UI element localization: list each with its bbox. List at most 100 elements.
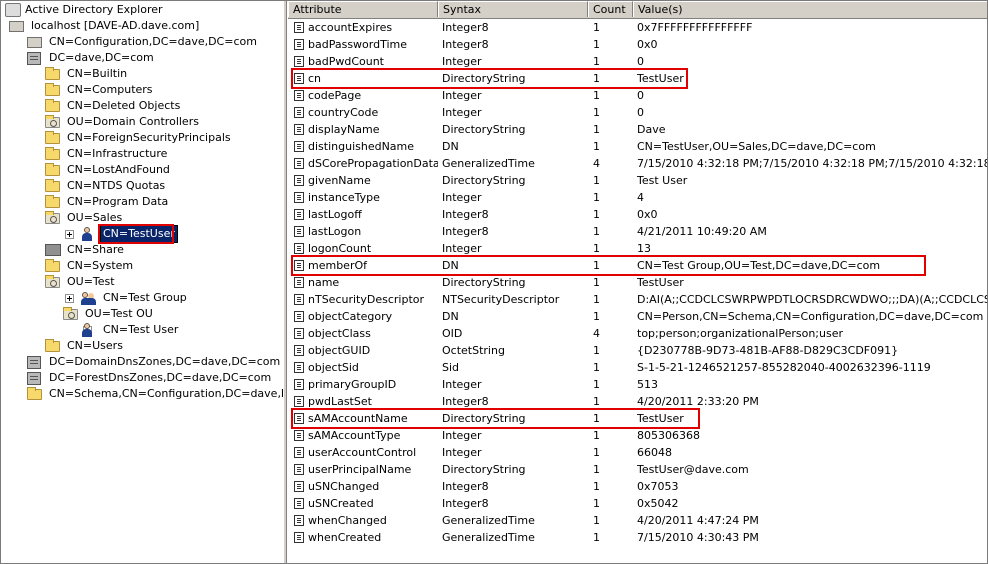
column-header-attribute[interactable]: Attribute	[288, 1, 438, 17]
attribute-row[interactable]: badPwdCount Integer 1 0	[288, 53, 987, 70]
cell-attribute: primaryGroupID	[308, 378, 397, 391]
cell-syntax: Integer	[442, 106, 482, 119]
attribute-row[interactable]: sAMAccountType Integer 1 805306368	[288, 427, 987, 444]
cell-attribute: memberOf	[308, 259, 368, 272]
folder-icon	[27, 387, 42, 400]
attribute-row[interactable]: codePage Integer 1 0	[288, 87, 987, 104]
ad-explorer-icon	[5, 3, 21, 17]
attribute-row[interactable]: instanceType Integer 1 4	[288, 189, 987, 206]
attribute-row[interactable]: objectGUID OctetString 1 {D230778B-9D73-481…	[288, 342, 987, 359]
domain-server-icon	[27, 52, 41, 65]
attribute-row[interactable]: primaryGroupID Integer 1 513	[288, 376, 987, 393]
tree-node-label: CN=Share	[67, 243, 124, 256]
cell-count: 1	[593, 344, 600, 357]
attribute-icon	[294, 498, 304, 509]
cell-value: 66048	[637, 446, 672, 459]
cell-count: 1	[593, 310, 600, 323]
tree-node-label: CN=Schema,CN=Configuration,DC=dave,DC=co…	[49, 387, 283, 400]
cell-attribute: whenChanged	[308, 514, 387, 527]
attribute-row[interactable]: whenCreated GeneralizedTime 1 7/15/2010 4:3…	[288, 529, 987, 546]
attribute-row[interactable]: userAccountControl Integer 1 66048	[288, 444, 987, 461]
cell-attribute: uSNCreated	[308, 497, 374, 510]
attribute-icon	[294, 345, 304, 356]
cell-attribute: accountExpires	[308, 21, 393, 34]
attribute-row[interactable]: lastLogoff Integer8 1 0x0	[288, 206, 987, 223]
pane-splitter[interactable]	[283, 1, 287, 563]
attribute-row[interactable]: badPasswordTime Integer8 1 0x0	[288, 36, 987, 53]
cell-attribute: userPrincipalName	[308, 463, 412, 476]
attribute-row[interactable]: logonCount Integer 1 13	[288, 240, 987, 257]
cell-syntax: Integer8	[442, 497, 489, 510]
attribute-row[interactable]: pwdLastSet Integer8 1 4/20/2011 2:33:20 PM	[288, 393, 987, 410]
attribute-icon	[294, 39, 304, 50]
cell-attribute: displayName	[308, 123, 380, 136]
attribute-icon	[294, 124, 304, 135]
tree-node-label: CN=Infrastructure	[67, 147, 168, 160]
attribute-row[interactable]: objectSid Sid 1 S-1-5-21-1246521257-8552820…	[288, 359, 987, 376]
attribute-icon	[294, 379, 304, 390]
column-header-syntax[interactable]: Syntax	[438, 1, 588, 17]
attribute-row[interactable]: givenName DirectoryString 1 Test User	[288, 172, 987, 189]
tree-node-label: CN=ForeignSecurityPrincipals	[67, 131, 231, 144]
share-icon	[45, 244, 61, 256]
tree-node-label: CN=Test Group	[103, 291, 187, 304]
attribute-icon	[294, 175, 304, 186]
attribute-row[interactable]: countryCode Integer 1 0	[288, 104, 987, 121]
cell-count: 1	[593, 276, 600, 289]
cell-value: 4	[637, 191, 644, 204]
attribute-icon	[294, 73, 304, 84]
cell-count: 1	[593, 361, 600, 374]
container-icon	[27, 37, 42, 48]
cell-count: 1	[593, 208, 600, 221]
column-header-count[interactable]: Count	[588, 1, 633, 17]
cell-attribute: sAMAccountName	[308, 412, 408, 425]
attribute-row[interactable]: displayName DirectoryString 1 Dave	[288, 121, 987, 138]
attribute-icon	[294, 430, 304, 441]
attribute-row[interactable]: distinguishedName DN 1 CN=TestUser,OU=Sales…	[288, 138, 987, 155]
cell-value: 0x0	[637, 208, 658, 221]
cell-attribute: objectGUID	[308, 344, 371, 357]
attribute-row[interactable]: objectCategory DN 1 CN=Person,CN=Schema,CN=…	[288, 308, 987, 325]
cell-value: 0	[637, 89, 644, 102]
tree-node-label: OU=Test OU	[85, 307, 153, 320]
attribute-row[interactable]: whenChanged GeneralizedTime 1 4/20/2011 4:4…	[288, 512, 987, 529]
attribute-icon	[294, 141, 304, 152]
attribute-row[interactable]: dSCorePropagationData GeneralizedTime 4 7/1…	[288, 155, 987, 172]
expand-icon[interactable]	[65, 294, 74, 303]
attribute-row[interactable]: accountExpires Integer8 1 0x7FFFFFFFFFFFFFF…	[288, 19, 987, 36]
cell-value: TestUser	[637, 276, 684, 289]
attribute-row[interactable]: cn DirectoryString 1 TestUser	[288, 70, 987, 87]
attribute-list-pane[interactable]: Attribute Syntax Count Value(s) accountE…	[288, 1, 987, 563]
attribute-icon	[294, 209, 304, 220]
expand-icon[interactable]	[65, 230, 74, 239]
column-header-bar: Attribute Syntax Count Value(s)	[288, 1, 987, 19]
attribute-row[interactable]: uSNCreated Integer8 1 0x5042	[288, 495, 987, 512]
cell-attribute: cn	[308, 72, 322, 85]
cell-syntax: Integer	[442, 242, 482, 255]
attribute-row[interactable]: userPrincipalName DirectoryString 1 TestUse…	[288, 461, 987, 478]
attribute-row[interactable]: uSNChanged Integer8 1 0x7053	[288, 478, 987, 495]
cell-value: 4/21/2011 10:49:20 AM	[637, 225, 767, 238]
attribute-row[interactable]: name DirectoryString 1 TestUser	[288, 274, 987, 291]
attribute-row[interactable]: objectClass OID 4 top;person;organizational…	[288, 325, 987, 342]
attribute-row[interactable]: sAMAccountName DirectoryString 1 TestUser	[288, 410, 987, 427]
cell-count: 1	[593, 21, 600, 34]
column-header-values[interactable]: Value(s)	[633, 1, 987, 17]
attribute-icon	[294, 56, 304, 67]
cell-count: 1	[593, 259, 600, 272]
cell-count: 1	[593, 412, 600, 425]
cell-count: 1	[593, 446, 600, 459]
attribute-row[interactable]: nTSecurityDescriptor NTSecurityDescriptor…	[288, 291, 987, 308]
tree-node-label: CN=LostAndFound	[67, 163, 170, 176]
cell-value: TestUser	[637, 72, 684, 85]
cell-value: 13	[637, 242, 651, 255]
attribute-icon	[294, 481, 304, 492]
object-tree-pane[interactable]: Active Directory Explorer localhost [DAV…	[1, 1, 283, 563]
attribute-row[interactable]: lastLogon Integer8 1 4/21/2011 10:49:20 AM	[288, 223, 987, 240]
cell-count: 1	[593, 395, 600, 408]
domain-server-icon	[27, 356, 41, 369]
cell-attribute: objectCategory	[308, 310, 393, 323]
attribute-row[interactable]: memberOf DN 1 CN=Test Group,OU=Test,DC=dave…	[288, 257, 987, 274]
cell-attribute: uSNChanged	[308, 480, 380, 493]
cell-attribute: lastLogoff	[308, 208, 362, 221]
